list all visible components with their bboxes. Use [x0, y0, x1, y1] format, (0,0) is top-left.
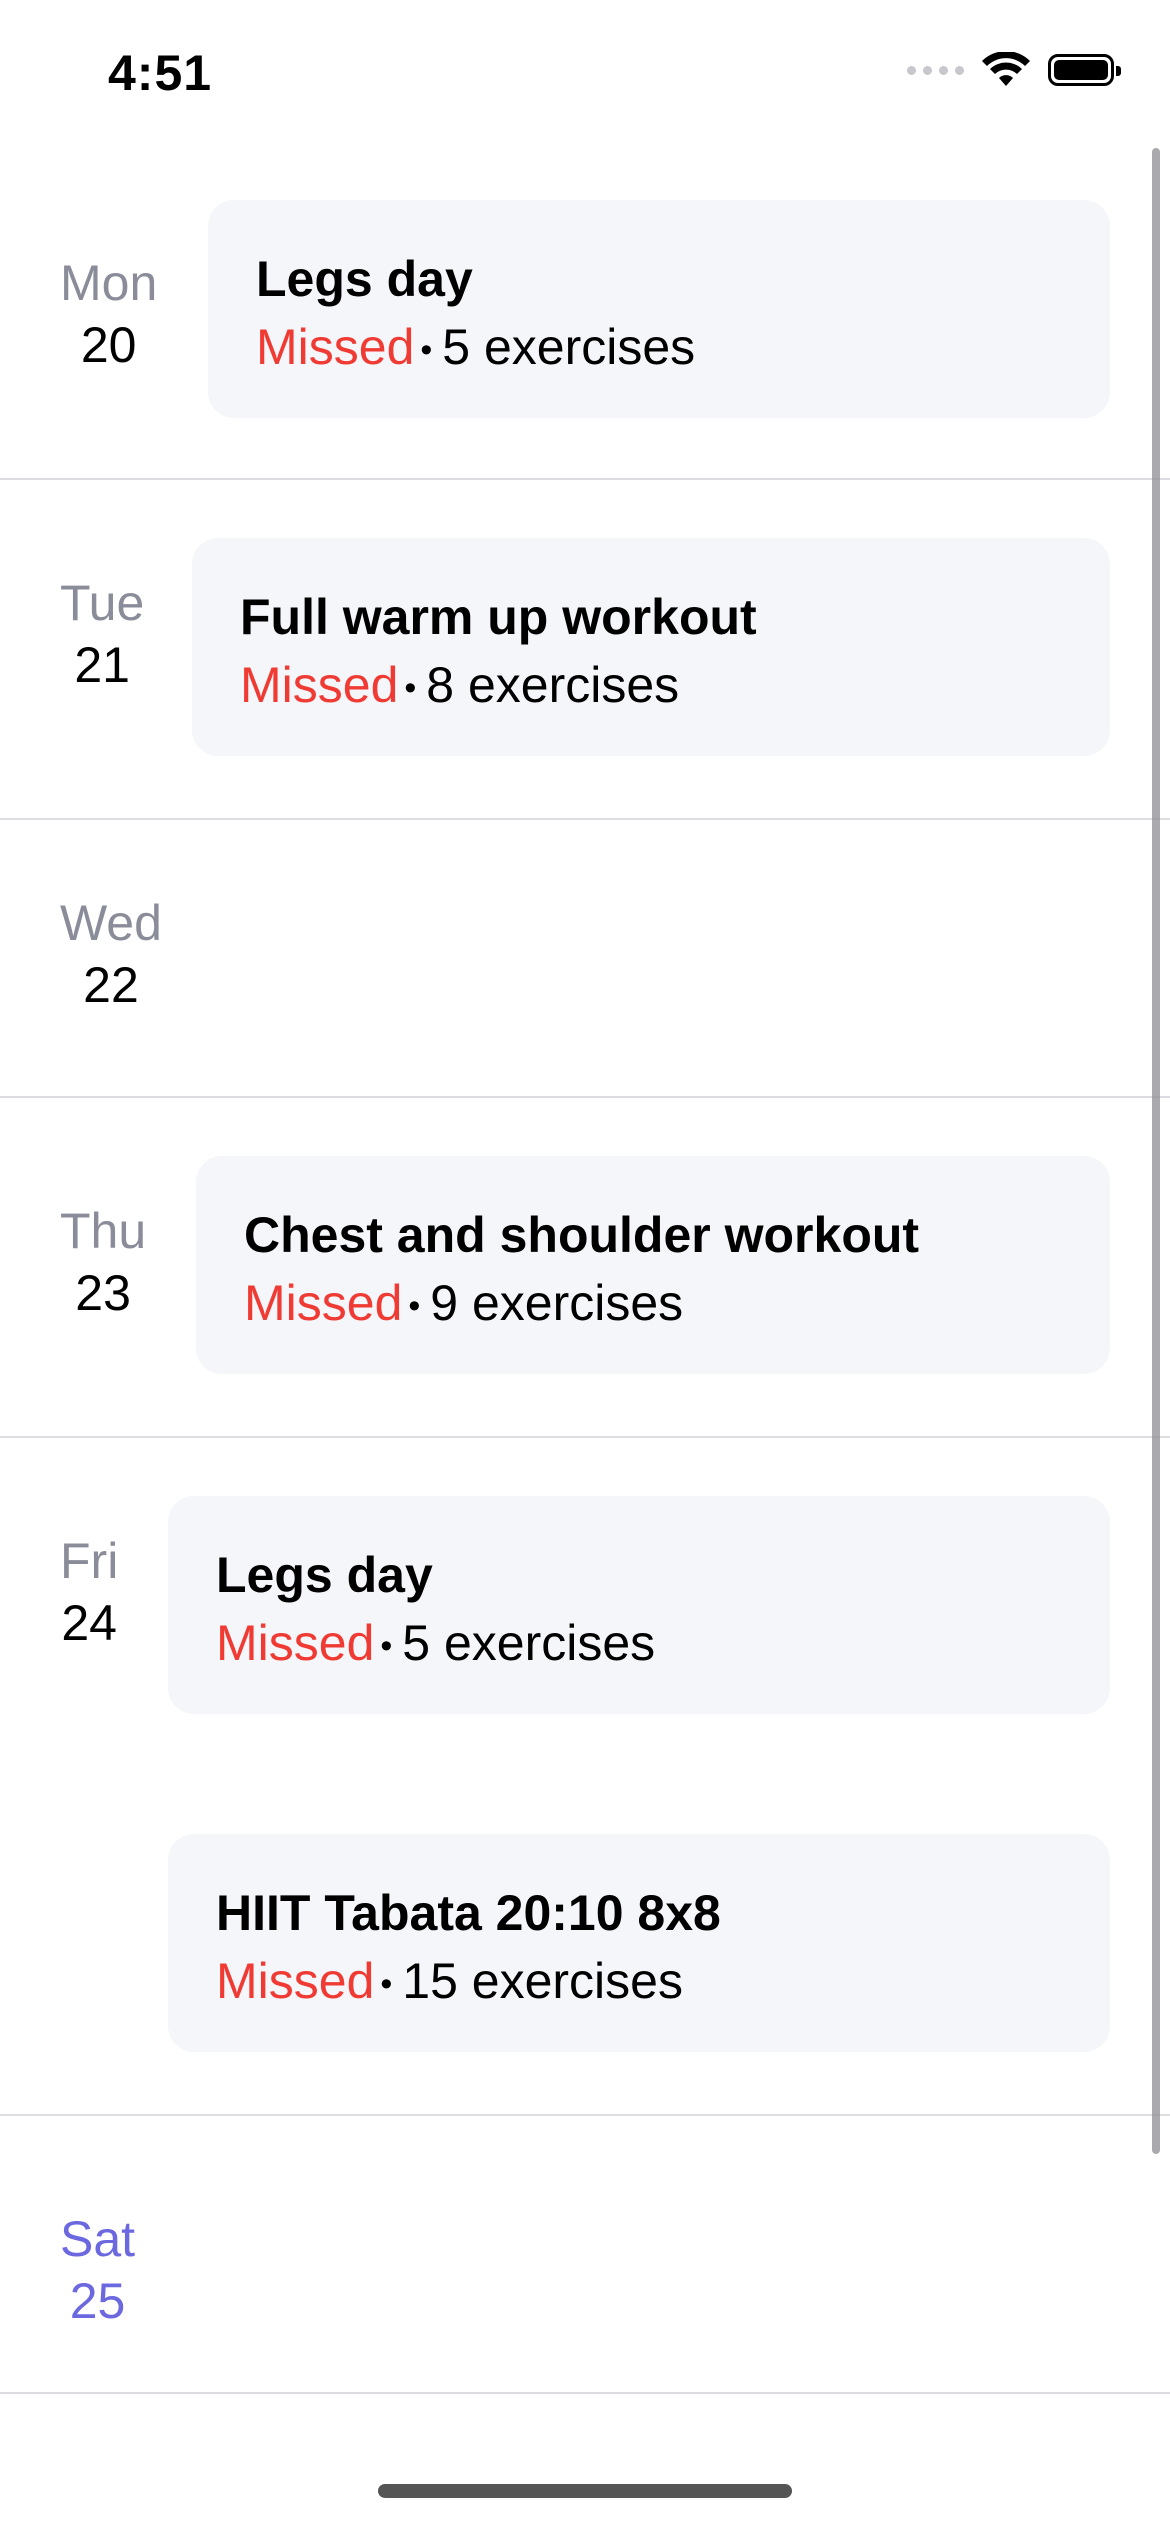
separator-dot: • — [408, 1287, 421, 1326]
workout-title: Full warm up workout — [240, 589, 757, 645]
home-indicator[interactable] — [378, 2484, 792, 2498]
workout-title: Chest and shoulder workout — [244, 1207, 920, 1263]
workout-card[interactable]: Full warm up workout Missed • 8 exercises — [192, 538, 1110, 756]
workout-card[interactable]: Legs day Missed • 5 exercises — [168, 1496, 1110, 1714]
workout-schedule-list: Mon 20 Legs day Missed • 5 exercises Tue 2… — [0, 150, 1170, 2394]
separator-dot: • — [380, 1627, 393, 1666]
day-label: Fri 24 — [60, 1536, 118, 1648]
separator-dot: • — [404, 669, 417, 708]
exercise-count: 5 exercises — [402, 1615, 656, 1671]
status-time: 4:51 — [108, 45, 213, 101]
workout-subtitle: Missed • 8 exercises — [240, 656, 1062, 714]
status-icons — [907, 52, 1121, 88]
day-label: Thu 23 — [60, 1206, 146, 1318]
day-row-thu-23: Thu 23 Chest and shoulder workout Missed… — [0, 1098, 1170, 1438]
wifi-icon — [982, 52, 1030, 86]
day-name: Tue — [60, 575, 145, 631]
day-date: 22 — [83, 957, 139, 1013]
day-label: Wed 22 — [60, 898, 162, 1010]
exercise-count: 15 exercises — [402, 1953, 683, 2009]
day-date: 25 — [69, 2273, 126, 2329]
day-label: Mon 20 — [60, 258, 157, 370]
day-row-mon-20: Mon 20 Legs day Missed • 5 exercises — [0, 150, 1170, 480]
workout-subtitle: Missed • 9 exercises — [244, 1274, 1062, 1332]
exercise-count: 5 exercises — [442, 319, 696, 375]
day-row-wed-22: Wed 22 — [0, 820, 1170, 1098]
day-date: 20 — [80, 317, 137, 373]
separator-dot: • — [380, 1965, 393, 2004]
battery-icon — [1048, 54, 1121, 86]
day-row-tue-21: Tue 21 Full warm up workout Missed • 8 exe… — [0, 480, 1170, 820]
day-label: Sat 25 — [60, 2214, 135, 2326]
status-bar: 4:51 — [0, 0, 1170, 150]
workout-subtitle: Missed • 15 exercises — [216, 1952, 1062, 2010]
workout-subtitle: Missed • 5 exercises — [256, 318, 1062, 376]
workout-card[interactable]: Legs day Missed • 5 exercises — [208, 200, 1110, 418]
status-missed: Missed — [216, 1953, 375, 2009]
workout-subtitle: Missed • 5 exercises — [216, 1614, 1062, 1672]
scrollbar[interactable] — [1152, 148, 1160, 2154]
workout-card[interactable]: HIIT Tabata 20:10 8x8 Missed • 15 exercise… — [168, 1834, 1110, 2052]
workout-card[interactable]: Chest and shoulder workout Missed • 9 exer… — [196, 1156, 1110, 1374]
day-name: Fri — [60, 1533, 119, 1589]
day-name: Mon — [60, 255, 158, 311]
separator-dot: • — [420, 331, 433, 370]
status-missed: Missed — [244, 1275, 403, 1331]
day-name: Wed — [60, 895, 162, 951]
cellular-signal-icon — [907, 65, 964, 75]
day-name: Sat — [60, 2211, 136, 2267]
day-date: 23 — [75, 1265, 131, 1321]
exercise-count: 9 exercises — [430, 1275, 684, 1331]
status-missed: Missed — [216, 1615, 375, 1671]
workout-title: Legs day — [256, 251, 473, 307]
day-row-fri-24: Fri 24 Legs day Missed • 5 exercises HIIT … — [0, 1438, 1170, 2116]
workout-title: HIIT Tabata 20:10 8x8 — [216, 1885, 721, 1941]
status-missed: Missed — [256, 319, 415, 375]
status-missed: Missed — [240, 657, 399, 713]
exercise-count: 8 exercises — [426, 657, 680, 713]
day-label: Tue 21 — [60, 578, 144, 690]
day-date: 21 — [74, 637, 130, 693]
day-date: 24 — [61, 1595, 117, 1651]
day-row-sat-25: Sat 25 — [0, 2116, 1170, 2394]
day-name: Thu — [60, 1203, 147, 1259]
workout-title: Legs day — [216, 1547, 433, 1603]
